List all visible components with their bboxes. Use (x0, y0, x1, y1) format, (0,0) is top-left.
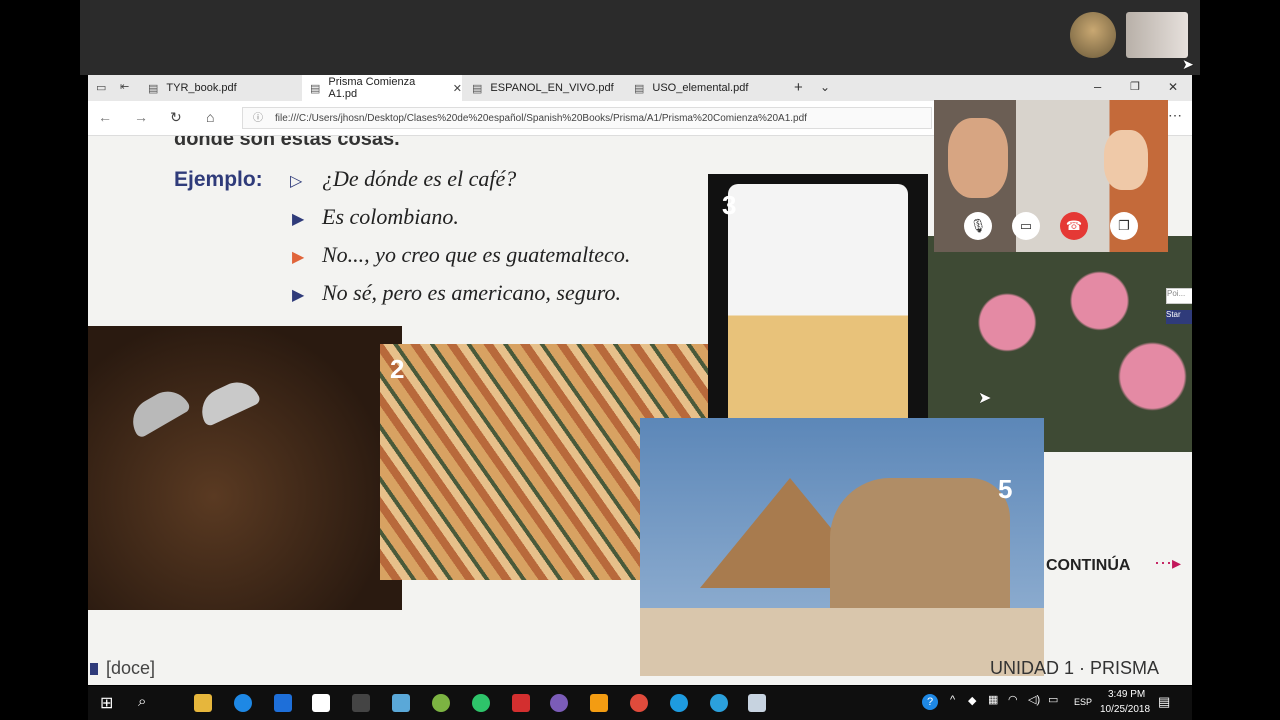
dropbox-icon[interactable] (274, 694, 292, 712)
url-text: file:///C:/Users/jhosn/Desktop/Clases%20… (275, 113, 807, 124)
info-icon: ⓘ (253, 113, 263, 124)
skype-icon[interactable] (670, 694, 688, 712)
image-number: 2 (390, 354, 405, 384)
chevron-up-icon[interactable]: ^ (950, 694, 955, 706)
participant-video-thumbnail[interactable] (1126, 12, 1188, 58)
language-indicator[interactable]: ESP (1074, 697, 1092, 707)
close-tab-icon[interactable]: ✕ (453, 82, 462, 95)
pyramid-image: 5 (640, 418, 1044, 676)
end-call-button[interactable]: ☎ (1060, 212, 1088, 240)
continua-arrow-icon: ⋯▸ (1154, 553, 1182, 573)
outline-arrow-icon: ▷ (290, 173, 303, 190)
tab-uso-elemental[interactable]: ▤ USO_elemental.pdf (626, 75, 786, 101)
sand-shape (640, 608, 1044, 676)
tab-label: ESPANOL_EN_VIVO.pdf (490, 82, 614, 94)
search-icon[interactable]: ⌕ (138, 693, 146, 710)
tab-preview-icon[interactable]: ▭ (96, 81, 106, 94)
arrow-icon: ▶ (292, 287, 305, 304)
call-top-bar (80, 0, 1200, 75)
page-number: [doce] (106, 658, 156, 678)
page-footer: UNIDAD 1 · PRISMA (990, 658, 1160, 678)
participant-face (948, 118, 1008, 198)
notifications-icon[interactable]: ▤ (1158, 694, 1170, 710)
pdf-heading: dónde son estas cosas. (174, 136, 400, 150)
amazon-icon[interactable] (312, 694, 330, 712)
acrobat-icon[interactable] (512, 694, 530, 712)
notes-icon[interactable] (392, 694, 410, 712)
mail-icon[interactable] (352, 694, 370, 712)
tab-tyr-book[interactable]: ▤ TYR_book.pdf (140, 75, 300, 101)
continua-label: CONTINÚA (1046, 557, 1131, 574)
forward-icon[interactable]: → (134, 109, 148, 125)
example-line-3: No..., yo creo que es guatemalteco. (322, 242, 631, 267)
arrow-icon: ▶ (292, 249, 305, 266)
participant-face (1104, 130, 1148, 190)
participant-avatar[interactable] (1070, 12, 1116, 58)
example-line-4: No sé, pero es americano, seguro. (322, 280, 621, 305)
tab-strip: ▭ ⇤ ▤ TYR_book.pdf ▤ Prisma Comienza A1.… (88, 75, 1192, 101)
ejemplo-label: Ejemplo: (174, 168, 263, 191)
mouse-cursor-icon: ➤ (978, 390, 992, 407)
image-number: 5 (998, 474, 1013, 504)
clock-time[interactable]: 3:49 PM (1108, 689, 1145, 700)
android-icon[interactable] (432, 694, 450, 712)
sublime-icon[interactable] (590, 694, 608, 712)
tabs-aside-icon[interactable]: ⇤ (120, 80, 129, 93)
pdf-icon: ▤ (634, 82, 645, 95)
tab-label: Prisma Comienza A1.pd (328, 76, 416, 100)
arrow-icon: ▶ (292, 211, 305, 228)
refresh-icon[interactable]: ↻ (170, 109, 182, 126)
chrome-icon[interactable] (630, 694, 648, 712)
camera-button[interactable]: ▭ (1012, 212, 1040, 240)
minimize-icon[interactable]: – (1094, 79, 1101, 94)
paint-icon[interactable] (748, 694, 766, 712)
switch-window-button[interactable]: ❐ (1110, 212, 1138, 240)
side-button-snippet[interactable]: Star (1166, 310, 1192, 324)
help-icon[interactable]: ? (922, 694, 938, 710)
example-line-2: Es colombiano. (322, 204, 459, 229)
tab-prisma-comienza[interactable]: ▤ Prisma Comienza A1.pd ✕ (302, 75, 462, 101)
mouse-cursor-icon: ➤ (1182, 56, 1194, 72)
tab-espanol-en-vivo[interactable]: ▤ ESPANOL_EN_VIVO.pdf (464, 75, 624, 101)
coffee-beans-image (88, 326, 402, 610)
tab-label: USO_elemental.pdf (652, 82, 749, 94)
chevron-down-icon[interactable]: ⌄ (820, 80, 830, 94)
wifi-icon[interactable]: ◠ (1008, 693, 1018, 706)
taskbar: ⊞ ⌕ ? ^ ◆ ▦ ◠ ◁) ▭ ESP 3:49 PM 10/25/201… (88, 686, 1192, 720)
scoop-shape (194, 374, 262, 428)
microphone-button[interactable]: 🎙 (964, 212, 992, 240)
viber-icon[interactable] (550, 694, 568, 712)
green-app-icon[interactable] (472, 694, 490, 712)
more-icon[interactable]: ⋯ (1168, 107, 1182, 124)
tab-label: TYR_book.pdf (166, 82, 237, 94)
keyboard-icon[interactable]: ▭ (1048, 693, 1058, 706)
side-input-snippet[interactable]: Poi... (1166, 288, 1192, 304)
home-icon[interactable]: ⌂ (206, 109, 214, 125)
dropbox-tray-icon[interactable]: ◆ (968, 694, 976, 707)
example-line-1: ¿De dónde es el café? (322, 166, 517, 191)
new-tab-icon[interactable]: + (794, 79, 803, 96)
telegram-icon[interactable] (710, 694, 728, 712)
clock-date[interactable]: 10/25/2018 (1100, 704, 1150, 715)
pdf-icon: ▤ (472, 82, 483, 95)
edge-browser-icon[interactable] (234, 694, 252, 712)
pdf-icon: ▤ (148, 82, 159, 95)
volume-icon[interactable]: ◁) (1028, 693, 1040, 706)
scoop-shape (124, 383, 192, 439)
back-icon[interactable]: ← (98, 109, 112, 125)
pdf-icon: ▤ (310, 82, 321, 95)
windows-start-icon[interactable]: ⊞ (100, 693, 113, 713)
network-icon[interactable]: ▦ (988, 693, 998, 706)
video-call-window[interactable]: 🎙 ▭ ☎ ❐ (934, 100, 1168, 252)
restore-icon[interactable]: ❐ (1130, 80, 1140, 93)
image-number: 3 (722, 190, 737, 220)
url-field[interactable]: ⓘ file:///C:/Users/jhosn/Desktop/Clases%… (242, 107, 932, 129)
file-explorer-icon[interactable] (194, 694, 212, 712)
page-marker (90, 663, 98, 675)
close-window-icon[interactable]: ✕ (1168, 80, 1178, 94)
